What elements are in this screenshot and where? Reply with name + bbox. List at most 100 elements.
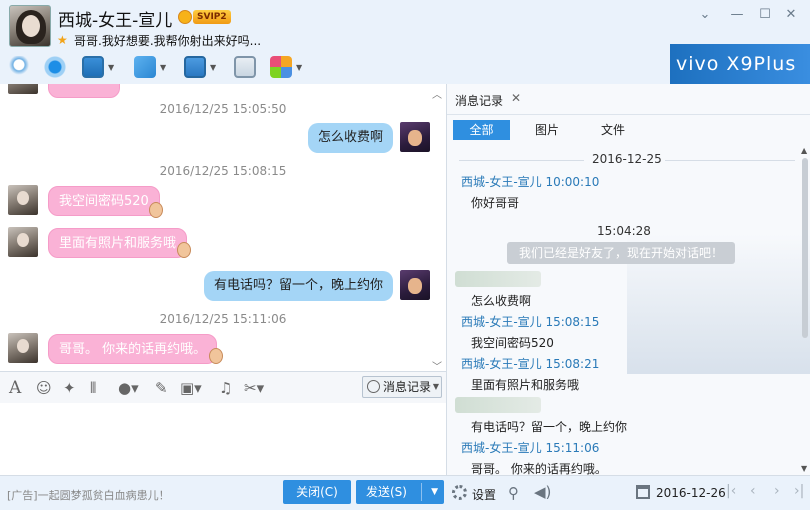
bubble-decoration-icon [177,242,191,258]
history-message[interactable]: 怎么收费啊 [471,292,531,309]
edit-icon[interactable]: ✎ [155,378,168,398]
history-date-picker[interactable]: 2016-12-26 [656,486,726,500]
scrollbar-thumb[interactable] [802,158,808,338]
contact-signature: 哥哥.我好想要.我帮你射出来好吗... [74,34,262,48]
screen-share-button[interactable]: ▼ [82,55,114,79]
remote-desktop-icon [184,56,206,78]
scroll-up-icon[interactable]: ▲ [801,146,807,155]
bubble-decoration-icon [149,202,163,218]
chat-bubble-in[interactable]: 哥哥。 你来的话再约哦。 [48,334,218,364]
shake-icon[interactable]: ⫴ [90,378,96,398]
ad-link[interactable]: [广告]一起圆梦孤贫白血病患儿！ [7,487,170,503]
maximize-icon[interactable]: ☐ [756,6,774,24]
scroll-down-icon[interactable]: ▼ [801,464,807,473]
chevron-down-icon: ▼ [432,382,439,391]
prev-page-icon[interactable]: ‹ [750,483,756,499]
message-input[interactable] [0,403,446,475]
video-call-button[interactable] [44,55,66,79]
chat-bubble-out[interactable]: 有电话吗？留一个，晚上约你 [204,271,394,301]
chat-timestamp: 2016/12/25 15:08:15 [159,164,287,178]
footer-bar: [广告]一起圆梦孤贫白血病患儿！ 关闭(C) 发送(S) ▼ 设置 ⚲ ◀) 2… [0,475,810,510]
history-message[interactable]: 有电话吗？留一个，晚上约你 [471,418,627,435]
close-button[interactable]: 关闭(C) [283,480,351,504]
chat-bubble-out[interactable]: 怎么收费啊 [308,123,394,153]
last-page-icon[interactable]: ›| [794,483,804,499]
file-transfer-button[interactable]: ▼ [134,55,166,79]
emoji-icon[interactable]: ☺ [36,378,52,398]
divider [665,160,795,161]
my-avatar [400,270,430,300]
search-icon[interactable]: ⚲ [508,484,519,502]
her-avatar [8,227,38,257]
filter-files[interactable]: 文件 [593,120,633,140]
send-button[interactable]: 发送(S) ▼ [356,480,444,504]
chat-toolbar: ▼ ▼ ▼ ▼ [0,50,670,84]
scissors-icon[interactable]: ✂▾ [244,378,264,398]
filter-images[interactable]: 图片 [527,120,567,140]
history-sender: 西城-女王-宣儿 15:08:21 [461,357,600,371]
history-message[interactable]: 你好哥哥 [471,194,519,211]
close-tab-icon[interactable]: ✕ [511,91,521,105]
voice-call-button[interactable] [8,55,30,79]
speaker-icon[interactable]: ◀) [534,483,551,501]
history-panel: 消息记录 ✕ 全部 图片 文件 2016-12-25 西城-女王-宣儿 10:0… [446,84,810,475]
first-page-icon[interactable]: |‹ [726,483,736,499]
chat-area[interactable]: 2016/12/25 15:05:50 怎么收费啊 2016/12/25 15:… [0,84,446,371]
history-time: 15:04:28 [597,224,651,238]
close-icon[interactable]: ✕ [782,6,800,24]
voice-icon[interactable]: ●▾ [118,378,139,398]
contact-avatar[interactable] [9,5,51,47]
minimize-icon[interactable]: — [728,6,746,24]
crown-icon [178,9,192,24]
chat-bubble-in[interactable]: 我空间密码520 [48,186,160,216]
collapse-icon[interactable]: ︿ [432,86,442,101]
history-date: 2016-12-25 [592,152,662,166]
system-notice: 我们已经是好友了，现在开始对话吧！ [507,242,736,264]
blurred-sender [455,397,541,413]
tab-message-record[interactable]: 消息记录 [455,92,503,109]
star-icon: ★ [57,33,68,47]
add-app-icon [234,56,256,78]
clock-icon [367,380,380,393]
calendar-icon[interactable] [636,485,650,499]
my-avatar [400,122,430,152]
history-sender: 西城-女王-宣儿 10:00:10 [461,175,600,189]
add-app-button[interactable] [234,55,256,79]
font-icon[interactable]: A [9,378,21,398]
file-transfer-icon [134,56,156,78]
message-record-button[interactable]: 消息记录 ▼ [362,376,442,398]
chat-timestamp: 2016/12/25 15:05:50 [159,102,287,116]
history-sender: 西城-女王-宣儿 15:11:06 [461,441,600,455]
history-message[interactable]: 我空间密码520 [471,334,554,351]
remote-desktop-button[interactable]: ▼ [184,55,216,79]
history-scrollbar[interactable]: ▲ ▼ [801,146,809,474]
chat-bubble-partial [48,84,120,98]
history-message[interactable]: 里面有照片和服务哦 [471,376,579,393]
gear-icon[interactable] [452,485,467,500]
her-avatar [8,185,38,215]
title-bar: 西城-女王-宣儿 SVIP2 ★ 哥哥.我好想要.我帮你射出来好吗... ⌄ —… [0,0,810,50]
magic-wand-icon[interactable]: ✦ [63,378,76,398]
history-message[interactable]: 哥哥。 你来的话再约哦。 [471,460,607,475]
apps-grid-icon [270,56,292,78]
microphone-icon [8,56,30,78]
filter-all[interactable]: 全部 [453,120,510,140]
settings-label[interactable]: 设置 [472,486,496,503]
apps-grid-button[interactable]: ▼ [270,55,302,79]
history-sender: 西城-女王-宣儿 15:08:15 [461,315,600,329]
contact-name[interactable]: 西城-女王-宣儿 [58,6,172,31]
chat-bubble-in[interactable]: 里面有照片和服务哦 [48,228,188,258]
music-icon[interactable]: ♫ [219,378,232,398]
chevron-down-icon[interactable]: ⌄ [696,6,714,24]
svip-badge[interactable]: SVIP2 [178,8,231,25]
her-avatar [8,333,38,363]
bubble-decoration-icon [209,348,223,364]
history-filter-bar: 全部 图片 文件 [447,114,810,144]
screen-share-icon [82,56,104,78]
send-options-icon[interactable]: ▼ [431,480,438,504]
chat-timestamp: 2016/12/25 15:11:06 [159,312,287,326]
next-page-icon[interactable]: › [774,483,780,499]
image-icon[interactable]: ▣▾ [180,378,202,398]
ad-banner[interactable]: vivo X9Plus [670,44,810,84]
her-avatar [8,84,38,94]
